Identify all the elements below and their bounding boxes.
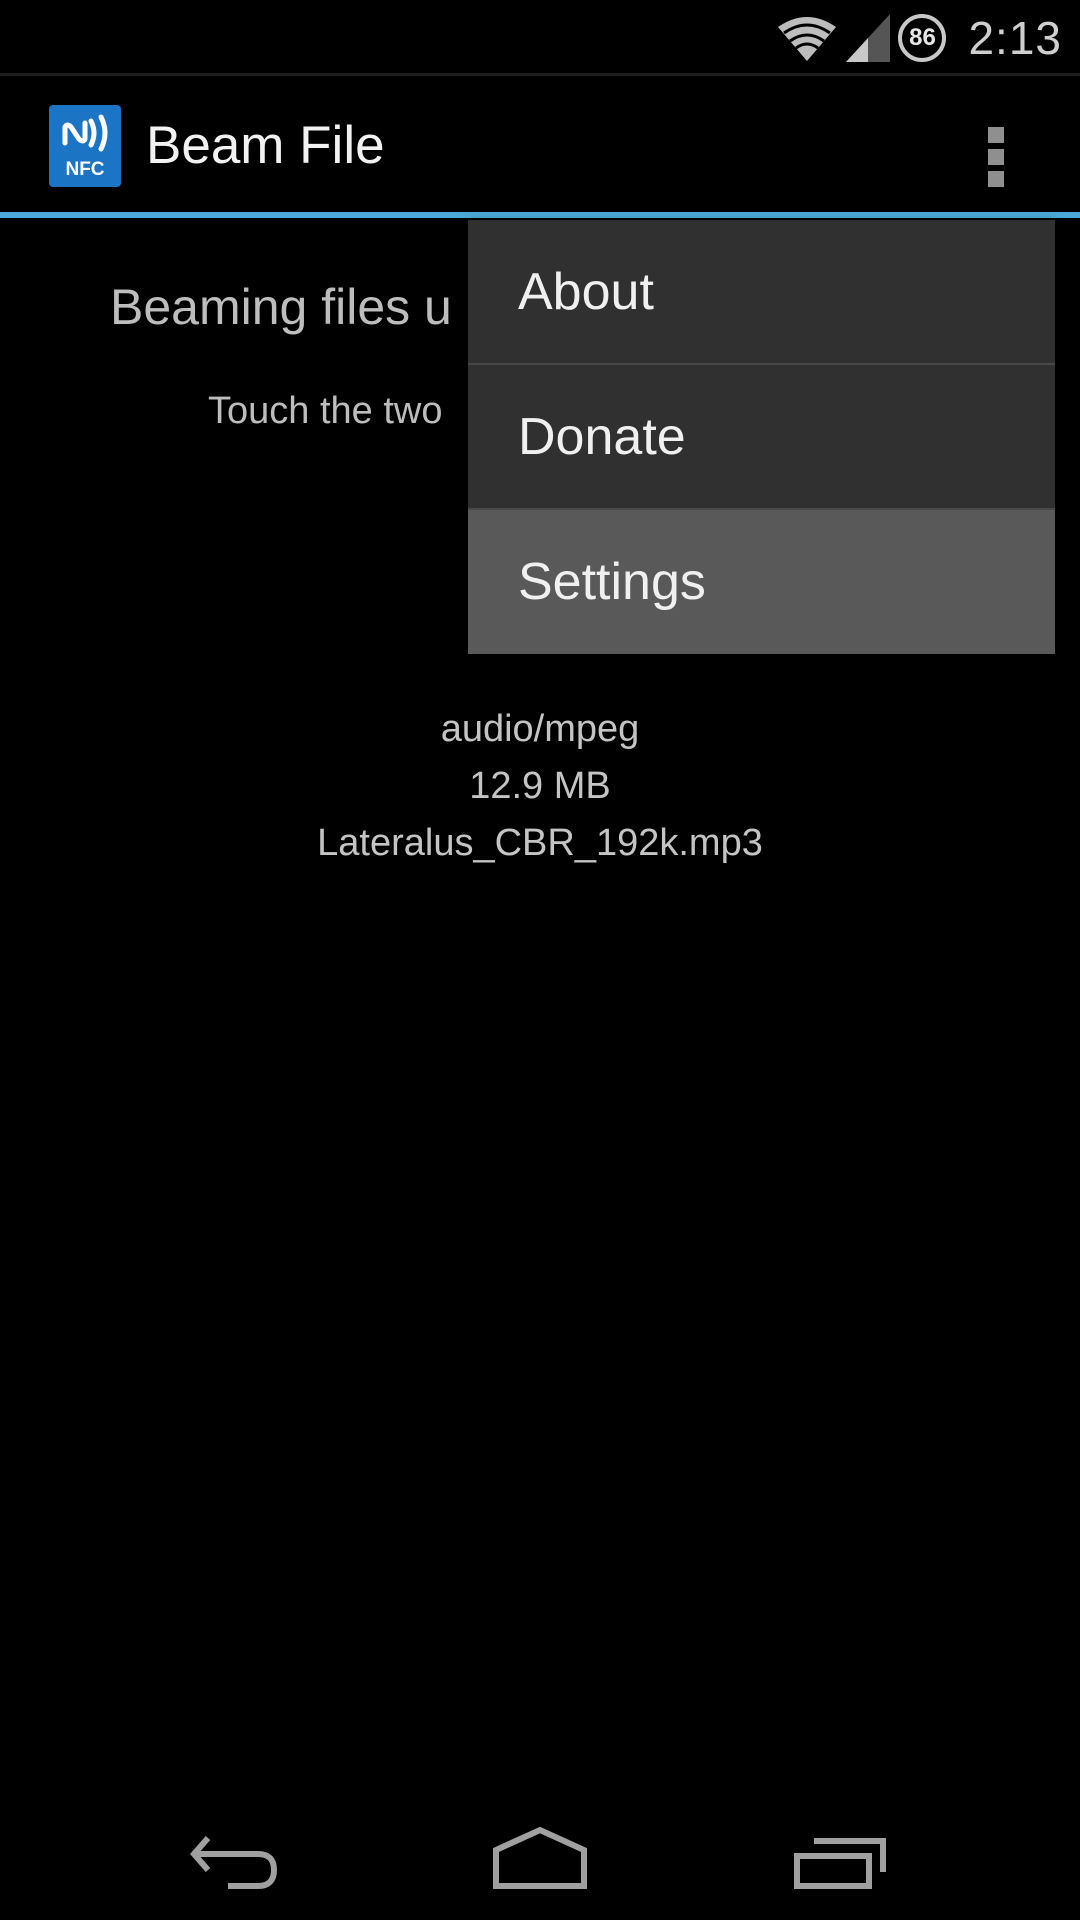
file-mime-type: audio/mpeg (440, 708, 640, 750)
overflow-menu: About Donate Settings (468, 220, 1055, 654)
recent-apps-icon (794, 1838, 886, 1889)
battery-icon: 86 (898, 14, 947, 62)
action-bar-divider (0, 212, 1080, 218)
wifi-icon (778, 17, 837, 61)
overflow-dot (988, 149, 1004, 165)
recent-apps-button[interactable] (780, 1820, 900, 1900)
beam-instructions: Touch the two (208, 390, 443, 432)
file-size: 12.9 MB (469, 765, 611, 807)
overflow-menu-icon (988, 127, 1004, 143)
status-icons: 86 2:13 (776, 10, 1062, 66)
overflow-dot (988, 171, 1004, 187)
menu-item-settings[interactable]: Settings (468, 510, 1055, 654)
file-name: Lateralus_CBR_192k.mp3 (317, 822, 763, 864)
menu-item-donate[interactable]: Donate (468, 365, 1055, 510)
status-time: 2:13 (968, 12, 1062, 64)
home-button[interactable] (480, 1820, 600, 1900)
app-title: Beam File (146, 116, 385, 175)
action-bar: NFC Beam File (0, 79, 1080, 213)
menu-item-about[interactable]: About (468, 220, 1055, 365)
back-button[interactable] (180, 1820, 300, 1900)
app-icon[interactable]: NFC (49, 105, 121, 187)
cell-signal-icon (846, 14, 891, 62)
nfc-icon (62, 114, 108, 152)
home-icon (493, 1826, 587, 1889)
navigation-bar (0, 1800, 1080, 1920)
status-bar: 86 2:13 (0, 0, 1080, 76)
overflow-menu-button[interactable] (978, 109, 1018, 189)
back-icon (190, 1836, 278, 1889)
battery-level: 86 (909, 24, 936, 51)
app-icon-label: NFC (65, 159, 105, 180)
beam-heading: Beaming files u (110, 279, 452, 335)
